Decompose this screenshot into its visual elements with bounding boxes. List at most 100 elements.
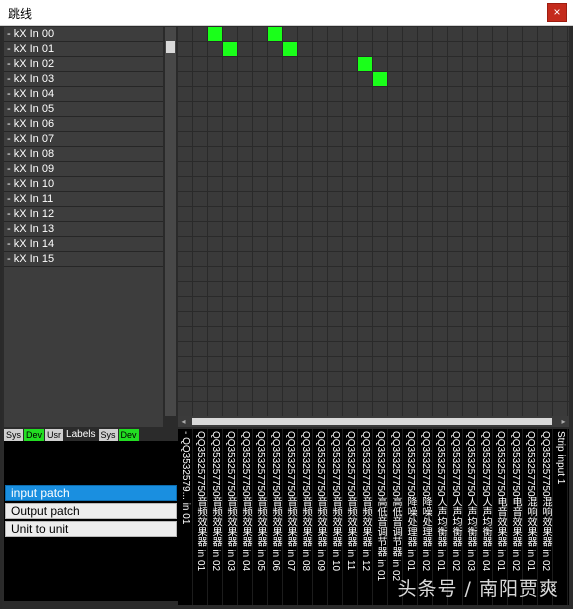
matrix-cell[interactable] — [463, 147, 477, 161]
matrix-cell[interactable] — [463, 27, 477, 41]
matrix-cell[interactable] — [328, 192, 342, 206]
output-column-label[interactable]: QQ353257750音频效果器 in 08 — [298, 429, 313, 605]
matrix-cell[interactable] — [268, 342, 282, 356]
matrix-cell[interactable] — [388, 132, 402, 146]
matrix-cell[interactable] — [298, 102, 312, 116]
matrix-cell[interactable] — [418, 357, 432, 371]
matrix-cell[interactable] — [238, 87, 252, 101]
matrix-cell[interactable] — [328, 372, 342, 386]
matrix-cell[interactable] — [538, 237, 552, 251]
matrix-cell[interactable] — [358, 147, 372, 161]
matrix-cell[interactable] — [178, 72, 192, 86]
matrix-cell[interactable] — [553, 147, 567, 161]
matrix-cell[interactable] — [253, 252, 267, 266]
matrix-cell[interactable] — [328, 207, 342, 221]
matrix-cell[interactable] — [298, 297, 312, 311]
matrix-cell[interactable] — [343, 357, 357, 371]
matrix-cell[interactable] — [508, 102, 522, 116]
matrix-cell[interactable] — [418, 162, 432, 176]
matrix-cell[interactable] — [238, 312, 252, 326]
matrix-cell[interactable] — [463, 387, 477, 401]
output-column-label[interactable]: QQ353257750高低音调节器 in 01 — [373, 429, 388, 605]
matrix-cell[interactable] — [568, 402, 569, 416]
matrix-cell-connected[interactable] — [373, 72, 387, 86]
matrix-cell[interactable] — [178, 252, 192, 266]
matrix-cell[interactable] — [373, 162, 387, 176]
routing-matrix[interactable] — [163, 27, 569, 416]
matrix-cell[interactable] — [313, 387, 327, 401]
matrix-cell[interactable] — [388, 252, 402, 266]
matrix-cell[interactable] — [253, 72, 267, 86]
matrix-cell[interactable] — [328, 147, 342, 161]
matrix-cell[interactable] — [178, 87, 192, 101]
matrix-cell[interactable] — [268, 312, 282, 326]
matrix-cell[interactable] — [433, 312, 447, 326]
unit-to-unit-button[interactable]: Unit to unit — [5, 521, 177, 537]
matrix-cell[interactable] — [493, 282, 507, 296]
matrix-cell[interactable] — [433, 132, 447, 146]
matrix-cell[interactable] — [193, 147, 207, 161]
horizontal-scrollbar[interactable]: ◂ ▸ — [178, 416, 569, 427]
matrix-cell[interactable] — [283, 72, 297, 86]
matrix-cell[interactable] — [448, 147, 462, 161]
matrix-cell[interactable] — [433, 177, 447, 191]
matrix-cell[interactable] — [403, 177, 417, 191]
matrix-cell[interactable] — [193, 387, 207, 401]
matrix-cell[interactable] — [403, 162, 417, 176]
matrix-cell[interactable] — [268, 402, 282, 416]
matrix-cell[interactable] — [178, 132, 192, 146]
matrix-cell[interactable] — [523, 357, 537, 371]
matrix-cell[interactable] — [313, 327, 327, 341]
matrix-cell[interactable] — [463, 192, 477, 206]
matrix-cell[interactable] — [283, 192, 297, 206]
matrix-cell[interactable] — [493, 27, 507, 41]
matrix-cell[interactable] — [433, 327, 447, 341]
matrix-cell[interactable] — [208, 42, 222, 56]
matrix-cell[interactable] — [178, 27, 192, 41]
matrix-cell[interactable] — [538, 132, 552, 146]
matrix-cell[interactable] — [238, 57, 252, 71]
matrix-cell[interactable] — [283, 252, 297, 266]
matrix-cell[interactable] — [193, 327, 207, 341]
matrix-cell[interactable] — [373, 282, 387, 296]
matrix-cell[interactable] — [223, 387, 237, 401]
matrix-cell[interactable] — [313, 87, 327, 101]
matrix-cell[interactable] — [508, 117, 522, 131]
matrix-cell[interactable] — [523, 117, 537, 131]
matrix-cell[interactable] — [538, 42, 552, 56]
matrix-cell[interactable] — [358, 132, 372, 146]
matrix-cell[interactable] — [388, 267, 402, 281]
matrix-cell[interactable] — [463, 87, 477, 101]
matrix-cell[interactable] — [313, 147, 327, 161]
matrix-cell[interactable] — [193, 222, 207, 236]
matrix-cell[interactable] — [178, 327, 192, 341]
matrix-cell[interactable] — [538, 57, 552, 71]
matrix-cell[interactable] — [313, 102, 327, 116]
matrix-cell[interactable] — [178, 312, 192, 326]
matrix-cell[interactable] — [463, 312, 477, 326]
matrix-cell-connected[interactable] — [268, 27, 282, 41]
matrix-cell[interactable] — [178, 162, 192, 176]
matrix-cell[interactable] — [223, 57, 237, 71]
matrix-cell[interactable] — [253, 42, 267, 56]
matrix-cell[interactable] — [538, 102, 552, 116]
matrix-cell[interactable] — [478, 372, 492, 386]
matrix-cell[interactable] — [508, 327, 522, 341]
matrix-cell[interactable] — [193, 237, 207, 251]
output-column-label[interactable]: QQ353257750音频效果器 in 07 — [283, 429, 298, 605]
matrix-cell[interactable] — [238, 357, 252, 371]
matrix-cell[interactable] — [283, 402, 297, 416]
matrix-cell[interactable] — [478, 252, 492, 266]
matrix-cell[interactable] — [358, 327, 372, 341]
matrix-cell[interactable] — [343, 312, 357, 326]
filter-tab-sys[interactable]: Sys — [98, 429, 118, 441]
matrix-cell[interactable] — [343, 177, 357, 191]
matrix-cell[interactable] — [388, 237, 402, 251]
matrix-cell[interactable] — [313, 237, 327, 251]
matrix-cell[interactable] — [193, 132, 207, 146]
matrix-cell[interactable] — [343, 342, 357, 356]
matrix-cell[interactable] — [208, 222, 222, 236]
matrix-cell[interactable] — [313, 72, 327, 86]
matrix-cell[interactable] — [223, 177, 237, 191]
matrix-cell[interactable] — [493, 402, 507, 416]
